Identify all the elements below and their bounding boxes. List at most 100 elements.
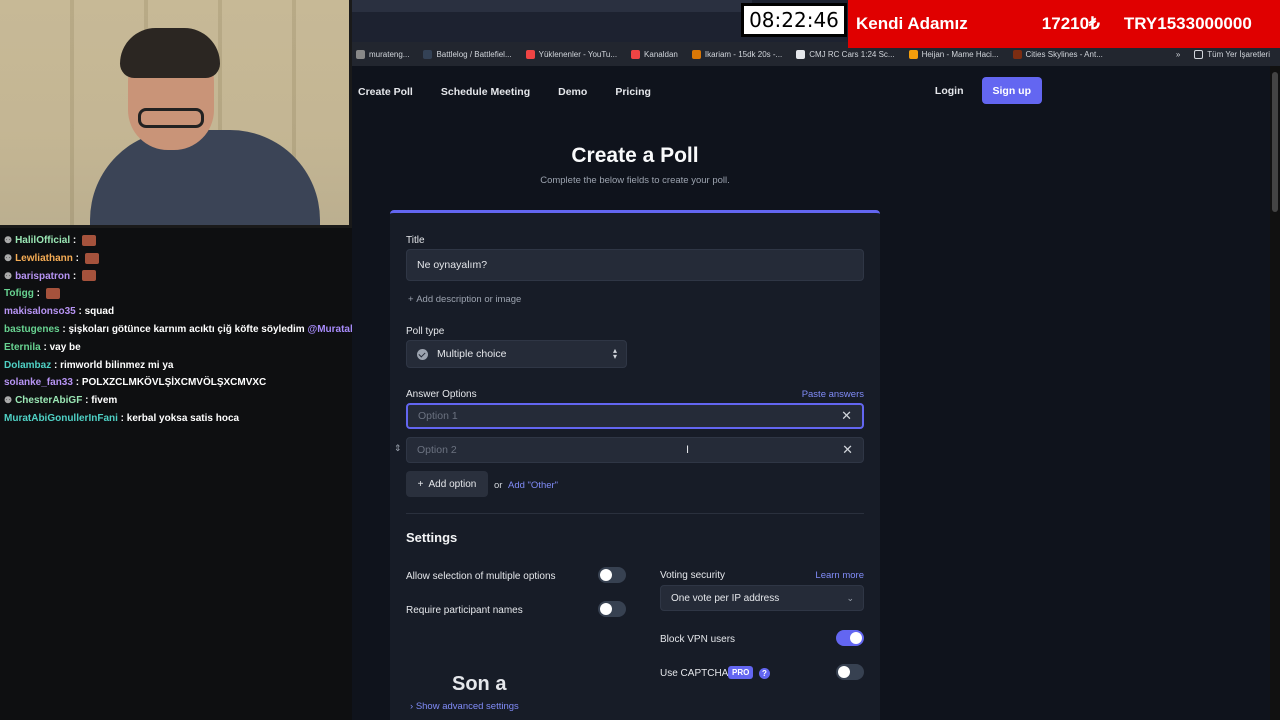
streamer-hair <box>120 28 220 78</box>
browser-tabs[interactable] <box>352 0 752 12</box>
chat-text: şişkoları götünce karnım acıktı çiğ köft… <box>68 323 305 335</box>
chat-separator: : <box>51 359 61 371</box>
chat-emote-icon <box>45 288 60 300</box>
nav-pricing[interactable]: Pricing <box>615 86 651 98</box>
chat-username[interactable]: barispatron <box>15 271 70 282</box>
bookmark-item[interactable]: Ikariam - 15dk 20s -... <box>691 49 782 59</box>
chat-message: solanke_fan33 : POLXZCLMKÖVLŞİXCMVÖLŞXCM… <box>0 374 364 392</box>
nav-create-poll[interactable]: Create Poll <box>358 86 413 98</box>
stream-clock: 08:22:46 <box>741 3 847 37</box>
block-vpn-toggle[interactable] <box>836 630 864 646</box>
scrollbar-thumb[interactable] <box>1272 72 1278 212</box>
toggle-knob <box>838 666 850 678</box>
bookmark-item[interactable]: Kanaldan <box>631 49 678 59</box>
chat-username[interactable]: solanke_fan33 <box>4 377 73 388</box>
page-title: Create a Poll <box>571 144 699 167</box>
chat-message: makisalonso35 : squad <box>0 303 364 321</box>
or-text: or <box>494 480 503 491</box>
signup-button[interactable]: Sign up <box>981 77 1042 104</box>
chat-badge-icon: ⚉ <box>4 270 13 281</box>
screen: ⚉ HalilOfficial : ⚉ Lewliathann : ⚉ barispa… <box>0 0 1280 720</box>
allow-multiple-label: Allow selection of multiple options <box>406 571 556 582</box>
bookmark-label: murateng... <box>369 49 410 59</box>
add-option-label: Add option <box>428 478 477 490</box>
allow-multiple-toggle[interactable] <box>598 567 626 583</box>
option-1-input[interactable]: Option 1 ✕ <box>406 403 864 429</box>
settings-title: Settings <box>406 530 458 545</box>
all-bookmarks-button[interactable]: Tüm Yer İşaretleri <box>1194 49 1270 59</box>
favicon-icon <box>631 49 641 59</box>
chat-separator: : <box>117 412 127 424</box>
chat-username[interactable]: ChesterAbiGF <box>15 395 82 406</box>
chat-username[interactable]: MuratAbiGonullerInFani <box>4 413 118 424</box>
chat-separator: : <box>40 341 50 353</box>
nav-demo[interactable]: Demo <box>558 86 587 98</box>
bookmark-label: Kanaldan <box>644 49 678 59</box>
chat-username[interactable]: Tofigg <box>4 288 34 299</box>
chat-message: bastugenes : şişkoları götünce karnım ac… <box>0 321 364 339</box>
bookmark-item[interactable]: murateng... <box>356 49 410 59</box>
title-input[interactable]: Ne oynayalım? <box>406 249 864 281</box>
chat-message: ⚉ Lewliathann : <box>0 250 364 268</box>
add-other-link[interactable]: Add "Other" <box>508 480 558 491</box>
chat-separator: : <box>75 306 85 318</box>
favicon-icon <box>525 49 535 59</box>
streamer-glasses <box>138 108 204 128</box>
login-link[interactable]: Login <box>935 85 964 97</box>
chat-username[interactable]: Lewliathann <box>15 253 73 264</box>
bookmark-label: Heijan - Mame Haci... <box>921 49 999 59</box>
folder-icon <box>1194 49 1204 59</box>
bookmark-label: Yüklenenler - YouTu... <box>538 49 618 59</box>
block-vpn-label: Block VPN users <box>660 634 736 645</box>
chevron-right-icon: › <box>410 701 414 712</box>
chat-username[interactable]: HalilOfficial <box>15 235 70 246</box>
chat-username[interactable]: makisalonso35 <box>4 306 76 317</box>
add-option-button[interactable]: + Add option <box>406 471 488 497</box>
learn-more-link[interactable]: Learn more <box>815 570 864 581</box>
favicon-icon <box>356 49 365 59</box>
paste-answers-link[interactable]: Paste answers <box>802 389 864 400</box>
chat-separator: : <box>72 252 82 264</box>
nav-schedule-meeting[interactable]: Schedule Meeting <box>441 86 530 98</box>
chat-text: vay be <box>49 341 81 353</box>
chat-message: ⚉ barispatron : <box>0 268 364 286</box>
chat-emote-icon <box>81 270 96 282</box>
show-advanced-link[interactable]: › Show advanced settings <box>410 701 519 712</box>
option-2-input[interactable]: Option 2 ✕ <box>406 437 864 463</box>
bookmarks-more-button[interactable]: » <box>1176 50 1180 59</box>
chat-username[interactable]: Eternila <box>4 342 41 353</box>
chat-message: MuratAbiGonullerInFani : kerbal yoksa sa… <box>0 410 364 428</box>
favicon-icon <box>796 49 806 59</box>
bookmark-item[interactable]: Heijan - Mame Haci... <box>908 49 999 59</box>
remove-option-2-icon[interactable]: ✕ <box>842 442 853 458</box>
drag-handle-icon[interactable]: ⇕ <box>394 443 402 454</box>
bookmark-item[interactable]: CMJ RC Cars 1:24 Sc... <box>796 49 895 59</box>
favicon-icon <box>691 49 701 59</box>
page-scrollbar[interactable] <box>1270 66 1280 720</box>
ticker-item-2: 17210₺ <box>1041 14 1100 33</box>
stream-overlay-text: Son a <box>452 673 507 695</box>
require-names-toggle[interactable] <box>598 601 626 617</box>
show-advanced-label: Show advanced settings <box>415 701 519 712</box>
stream-chat: ⚉ HalilOfficial : ⚉ Lewliathann : ⚉ barispa… <box>0 228 364 720</box>
chat-username[interactable]: bastugenes <box>4 324 60 335</box>
poll-type-value: Multiple choice <box>437 348 507 360</box>
bookmark-item[interactable]: Cities Skylines - Ant... <box>1012 49 1103 59</box>
chat-separator: : <box>72 377 82 389</box>
bookmark-item[interactable]: Yüklenenler - YouTu... <box>525 49 618 59</box>
remove-option-1-icon[interactable]: ✕ <box>841 408 852 424</box>
chat-username[interactable]: Dolambaz <box>4 360 51 371</box>
poll-type-label: Poll type <box>406 326 445 337</box>
poll-type-select[interactable]: Multiple choice ▴ ▾ <box>406 340 627 368</box>
chat-text: squad <box>84 306 115 318</box>
title-value: Ne oynayalım? <box>417 259 488 271</box>
voting-security-select[interactable]: One vote per IP address ⌄ <box>660 585 864 611</box>
check-circle-icon <box>417 348 428 360</box>
page-subtitle: Complete the below fields to create your… <box>540 175 730 186</box>
add-description-link[interactable]: + Add description or image <box>408 294 521 305</box>
bookmark-item[interactable]: Battlelog / Battlefiel... <box>423 49 512 59</box>
help-icon[interactable]: ? <box>759 668 770 679</box>
chat-emote-icon <box>81 234 96 246</box>
captcha-toggle[interactable] <box>836 664 864 680</box>
voting-security-value: One vote per IP address <box>671 592 780 604</box>
